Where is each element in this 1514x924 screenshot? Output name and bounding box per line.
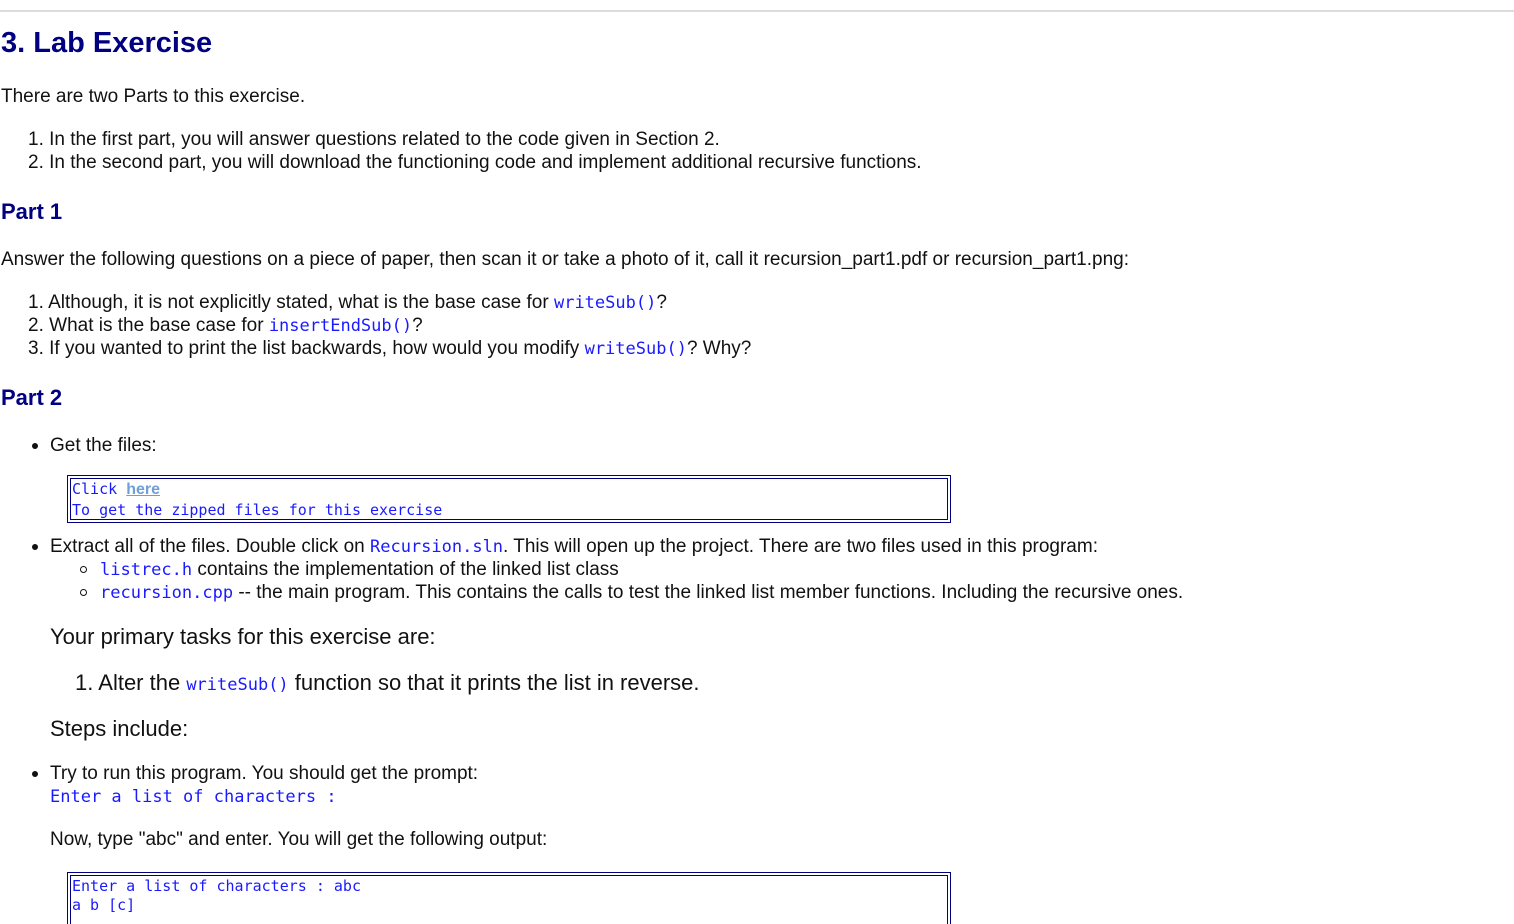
steps-heading: Steps include: [50, 716, 189, 741]
page-title: 3. Lab Exercise [1, 27, 213, 59]
output-line-1: Enter a list of characters : abc [72, 877, 361, 895]
file-description: -- the main program. This contains the c… [233, 582, 1184, 603]
tasks-heading: Your primary tasks for this exercise are… [50, 624, 436, 649]
file-description: contains the implementation of the linke… [192, 559, 619, 580]
task-text: Alter the [98, 670, 187, 695]
list-text: In the first part, you will answer quest… [49, 129, 720, 150]
list-item: 3. If you wanted to print the list backw… [28, 338, 751, 360]
task-text: function so that it prints the list in r… [288, 670, 700, 695]
step-text: . This will open up the project. There a… [503, 536, 1098, 557]
list-item: 2. What is the base case for insertEndSu… [28, 315, 423, 337]
part1-instructions: Answer the following questions on a piec… [1, 249, 1130, 270]
inline-code: writeSub() [584, 339, 687, 359]
run-step: Try to run this program. You should get … [50, 763, 479, 784]
list-text: ? [656, 292, 667, 313]
task-item: 1. Alter the writeSub() function so that… [75, 670, 700, 696]
list-text: In the second part, you will download th… [49, 152, 922, 173]
list-number: 1. [28, 292, 44, 313]
download-box: Click here To get the zipped files for t… [67, 475, 951, 523]
list-item: 1. In the first part, you will answer qu… [28, 129, 720, 151]
inline-code: writeSub() [186, 675, 289, 695]
bullet-icon [32, 443, 38, 449]
get-files-label: Get the files: [50, 435, 157, 456]
download-line-2: To get the zipped files for this exercis… [72, 501, 443, 519]
intro-text: There are two Parts to this exercise. [1, 86, 306, 107]
prompt-code: Enter a list of characters : [50, 787, 337, 807]
inline-code: listrec.h [100, 560, 193, 580]
list-text: ? Why? [686, 338, 752, 359]
list-number: 2. [28, 315, 44, 336]
inline-code: recursion.cpp [100, 583, 234, 603]
sub-bullet-icon [80, 589, 87, 596]
list-number: 3. [28, 338, 44, 359]
output-box: Enter a list of characters : abc a b [c] [67, 872, 951, 924]
step-text: Extract all of the files. Double click o… [50, 536, 370, 557]
bullet-icon [32, 544, 38, 550]
list-text: Although, it is not explicitly stated, w… [48, 292, 554, 313]
part2-heading: Part 2 [1, 385, 63, 410]
list-item: 2. In the second part, you will download… [28, 152, 922, 174]
inline-code: insertEndSub() [268, 316, 413, 336]
bullet-icon [32, 771, 38, 777]
sub-bullet-icon [80, 566, 87, 573]
file-item-listrec: listrec.h contains the implementation of… [100, 559, 619, 581]
file-item-recursion: recursion.cpp -- the main program. This … [100, 582, 1183, 604]
download-line-1: Click here [72, 479, 946, 500]
download-link[interactable]: here [126, 481, 160, 498]
top-divider [0, 10, 1514, 12]
extract-step: Extract all of the files. Double click o… [50, 536, 1098, 558]
click-text: Click [72, 480, 127, 498]
inline-code: writeSub() [553, 293, 657, 313]
part1-heading: Part 1 [1, 199, 63, 224]
list-text: ? [412, 315, 423, 336]
list-number: 1. [28, 129, 44, 150]
list-text: What is the base case for [49, 315, 269, 336]
inline-code: Recursion.sln [369, 537, 504, 557]
list-item: 1. Although, it is not explicitly stated… [28, 292, 667, 314]
output-line-2: a b [c] [72, 896, 136, 914]
list-number: 2. [28, 152, 44, 173]
list-number: 1. [75, 670, 94, 695]
list-text: If you wanted to print the list backward… [49, 338, 585, 359]
now-type-text: Now, type "abc" and enter. You will get … [50, 829, 548, 850]
